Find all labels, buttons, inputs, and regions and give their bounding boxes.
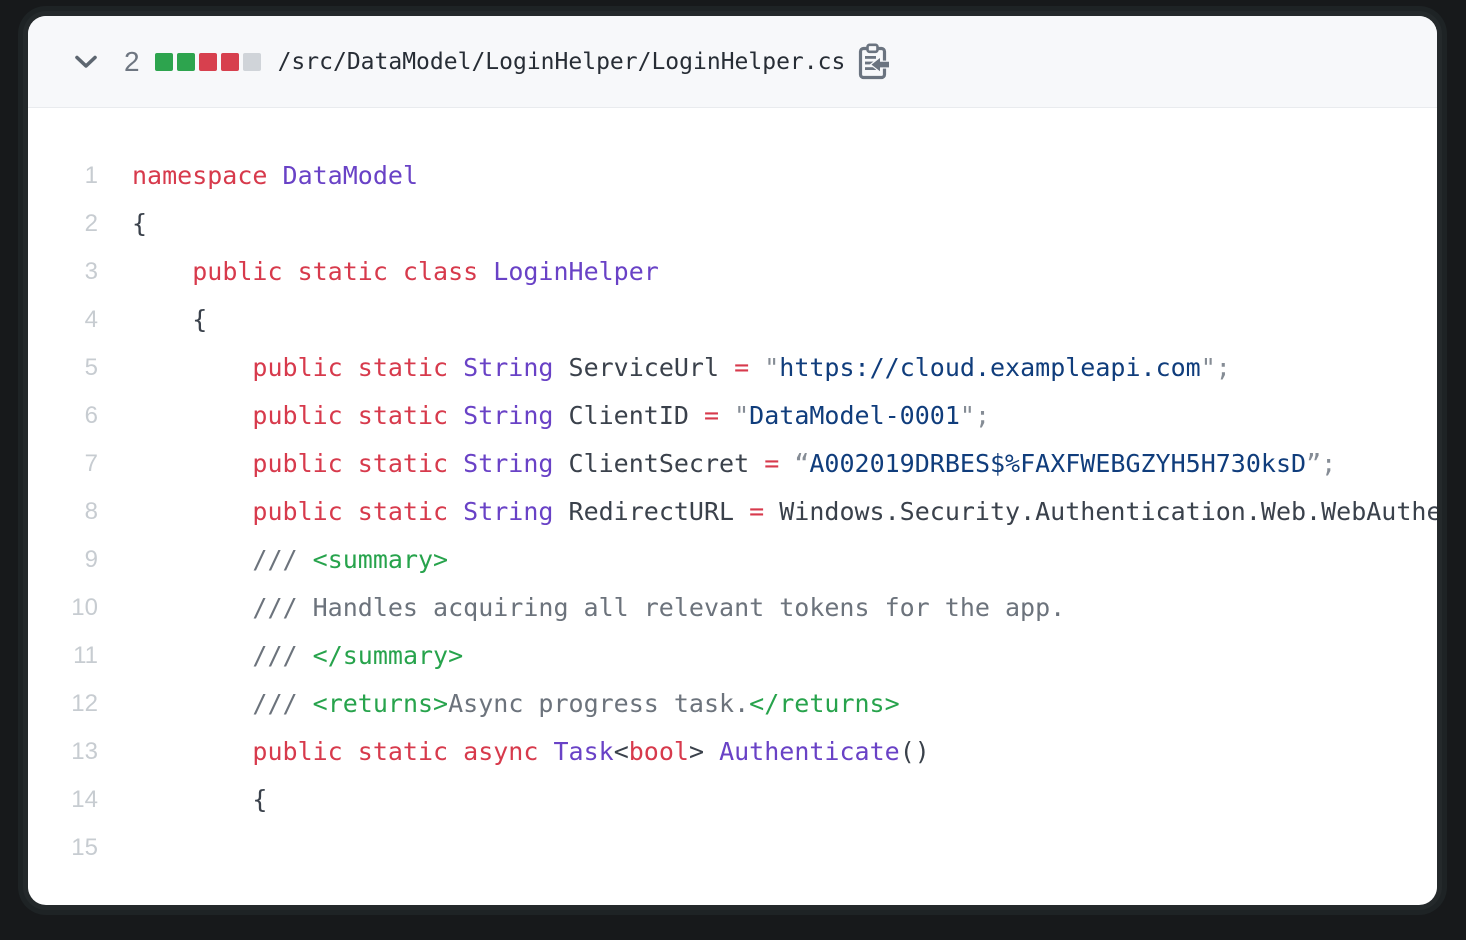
code-line-source: /// <returns>Async progress task.</retur… bbox=[132, 680, 900, 728]
code-line: 9 /// <summary> bbox=[28, 536, 1437, 584]
code-line: 3 public static class LoginHelper bbox=[28, 248, 1437, 296]
line-number: 7 bbox=[28, 440, 98, 488]
diff-stat-block-added bbox=[177, 53, 195, 71]
code-line: 1 namespace DataModel bbox=[28, 152, 1437, 200]
diff-stat-block-deleted bbox=[199, 53, 217, 71]
line-number: 3 bbox=[28, 248, 98, 296]
line-number: 4 bbox=[28, 296, 98, 344]
diff-stat-block-deleted bbox=[221, 53, 239, 71]
code-line: 13 public static async Task<bool> Authen… bbox=[28, 728, 1437, 776]
code-line-source: public static String ServiceUrl = "https… bbox=[132, 344, 1231, 392]
code-line: 7 public static String ClientSecret = “A… bbox=[28, 440, 1437, 488]
line-number: 14 bbox=[28, 776, 98, 824]
code-line: 15 bbox=[28, 824, 1437, 872]
code-line-source: public static String ClientID = "DataMod… bbox=[132, 392, 990, 440]
copy-path-button[interactable] bbox=[855, 41, 891, 83]
code-block: 1namespace DataModel2{3 public static cl… bbox=[28, 108, 1437, 905]
line-number: 13 bbox=[28, 728, 98, 776]
line-number: 6 bbox=[28, 392, 98, 440]
line-number: 2 bbox=[28, 200, 98, 248]
code-line-source: public static String ClientSecret = “A00… bbox=[132, 440, 1336, 488]
clipboard-copy-icon bbox=[857, 43, 889, 81]
line-number: 11 bbox=[28, 632, 98, 680]
code-line-source: /// </summary> bbox=[132, 632, 463, 680]
line-number: 10 bbox=[28, 584, 98, 632]
code-line-source: { bbox=[132, 200, 147, 248]
code-line: 6 public static String ClientID = "DataM… bbox=[28, 392, 1437, 440]
code-line: 5 public static String ServiceUrl = "htt… bbox=[28, 344, 1437, 392]
screenshot-frame: 2 /src/DataModel/LoginHelper/LoginHelper… bbox=[0, 0, 1466, 940]
code-line: 14 { bbox=[28, 776, 1437, 824]
line-number: 5 bbox=[28, 344, 98, 392]
file-header[interactable]: 2 /src/DataModel/LoginHelper/LoginHelper… bbox=[28, 16, 1437, 108]
code-line: 11 /// </summary> bbox=[28, 632, 1437, 680]
code-line-source: /// Handles acquiring all relevant token… bbox=[132, 584, 1065, 632]
change-count: 2 bbox=[124, 46, 140, 78]
code-line-source: public static async Task<bool> Authentic… bbox=[132, 728, 930, 776]
code-line-source: public static String RedirectURL = Windo… bbox=[132, 488, 1437, 536]
code-line-source: { bbox=[132, 296, 207, 344]
diff-stat-block-neutral bbox=[243, 53, 261, 71]
line-number: 9 bbox=[28, 536, 98, 584]
line-number: 8 bbox=[28, 488, 98, 536]
code-line: 2{ bbox=[28, 200, 1437, 248]
chevron-down-icon[interactable] bbox=[74, 54, 98, 70]
code-line: 10 /// Handles acquiring all relevant to… bbox=[28, 584, 1437, 632]
code-line-source: namespace DataModel bbox=[132, 152, 418, 200]
file-path: /src/DataModel/LoginHelper/LoginHelper.c… bbox=[278, 49, 846, 75]
code-line-source: public static class LoginHelper bbox=[132, 248, 659, 296]
code-line-source: { bbox=[132, 776, 267, 824]
line-number: 15 bbox=[28, 824, 98, 872]
file-diff-card: 2 /src/DataModel/LoginHelper/LoginHelper… bbox=[28, 16, 1437, 905]
line-number: 12 bbox=[28, 680, 98, 728]
code-line: 12 /// <returns>Async progress task.</re… bbox=[28, 680, 1437, 728]
diff-stat-blocks bbox=[155, 53, 261, 71]
diff-stat-block-added bbox=[155, 53, 173, 71]
code-line: 4 { bbox=[28, 296, 1437, 344]
code-line: 8 public static String RedirectURL = Win… bbox=[28, 488, 1437, 536]
code-line-source: /// <summary> bbox=[132, 536, 448, 584]
line-number: 1 bbox=[28, 152, 98, 200]
